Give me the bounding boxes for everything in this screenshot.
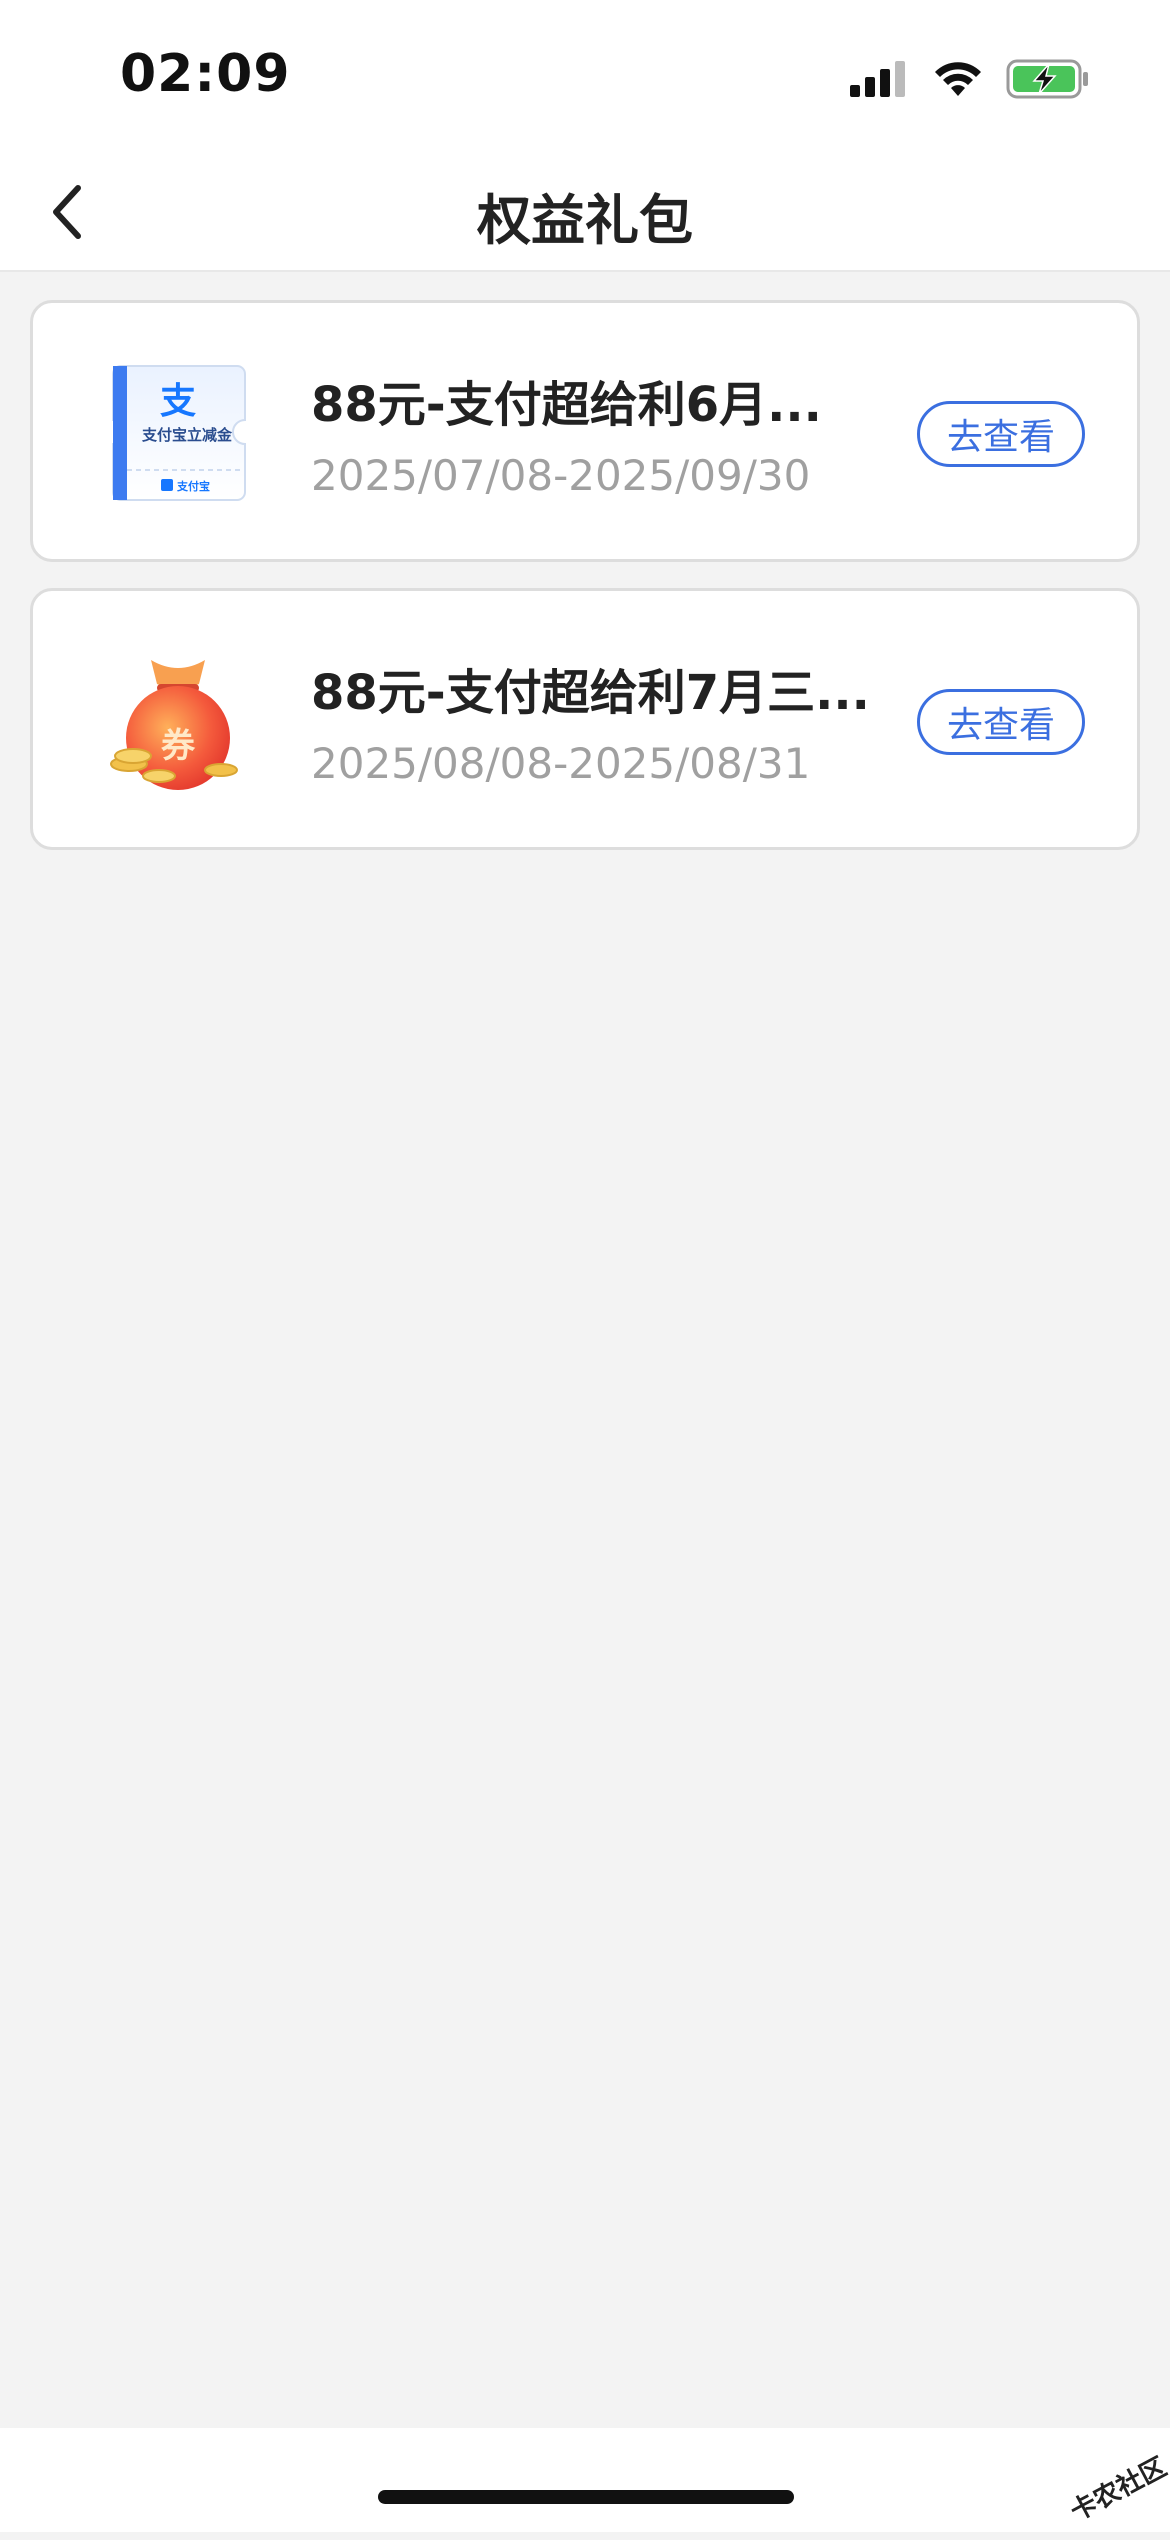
- item-title: 88元-支付超给利7月三...: [311, 665, 870, 721]
- status-icons: [850, 55, 1090, 103]
- home-indicator[interactable]: [378, 2490, 794, 2504]
- alipay-coupon-icon: 支 支付宝立减金 支付宝: [103, 358, 253, 508]
- bottom-bar: [0, 2428, 1170, 2532]
- item-date-range: 2025/08/08-2025/08/31: [311, 739, 811, 788]
- item-title: 88元-支付超给利6月...: [311, 377, 822, 433]
- page-title: 权益礼包: [477, 189, 693, 252]
- benefit-list: 支 支付宝立减金 支付宝 88元-支付超给利6月... 2025/07/08-2…: [30, 300, 1140, 876]
- list-item[interactable]: 支 支付宝立减金 支付宝 88元-支付超给利6月... 2025/07/08-2…: [30, 300, 1140, 562]
- status-time: 02:09: [120, 44, 291, 104]
- cellular-signal-icon: [850, 61, 905, 97]
- nav-bar: 权益礼包: [0, 150, 1170, 272]
- list-item[interactable]: 券 88元-支付超给利7月三... 2025/08/08-2025/08/31 …: [30, 588, 1140, 850]
- wifi-icon: [935, 62, 981, 96]
- coupon-icon-brand: 支付宝: [177, 480, 210, 493]
- coupon-icon-glyph: 支: [159, 381, 196, 422]
- coupon-icon-label: 支付宝立减金: [141, 426, 232, 444]
- battery-charging-icon: [1006, 59, 1088, 99]
- view-button[interactable]: 去查看: [917, 401, 1085, 467]
- bag-icon-glyph: 券: [161, 726, 195, 766]
- red-coupon-bag-icon: 券: [103, 646, 253, 796]
- view-button[interactable]: 去查看: [917, 689, 1085, 755]
- item-date-range: 2025/07/08-2025/09/30: [311, 451, 811, 500]
- status-bar: 02:09: [0, 0, 1170, 150]
